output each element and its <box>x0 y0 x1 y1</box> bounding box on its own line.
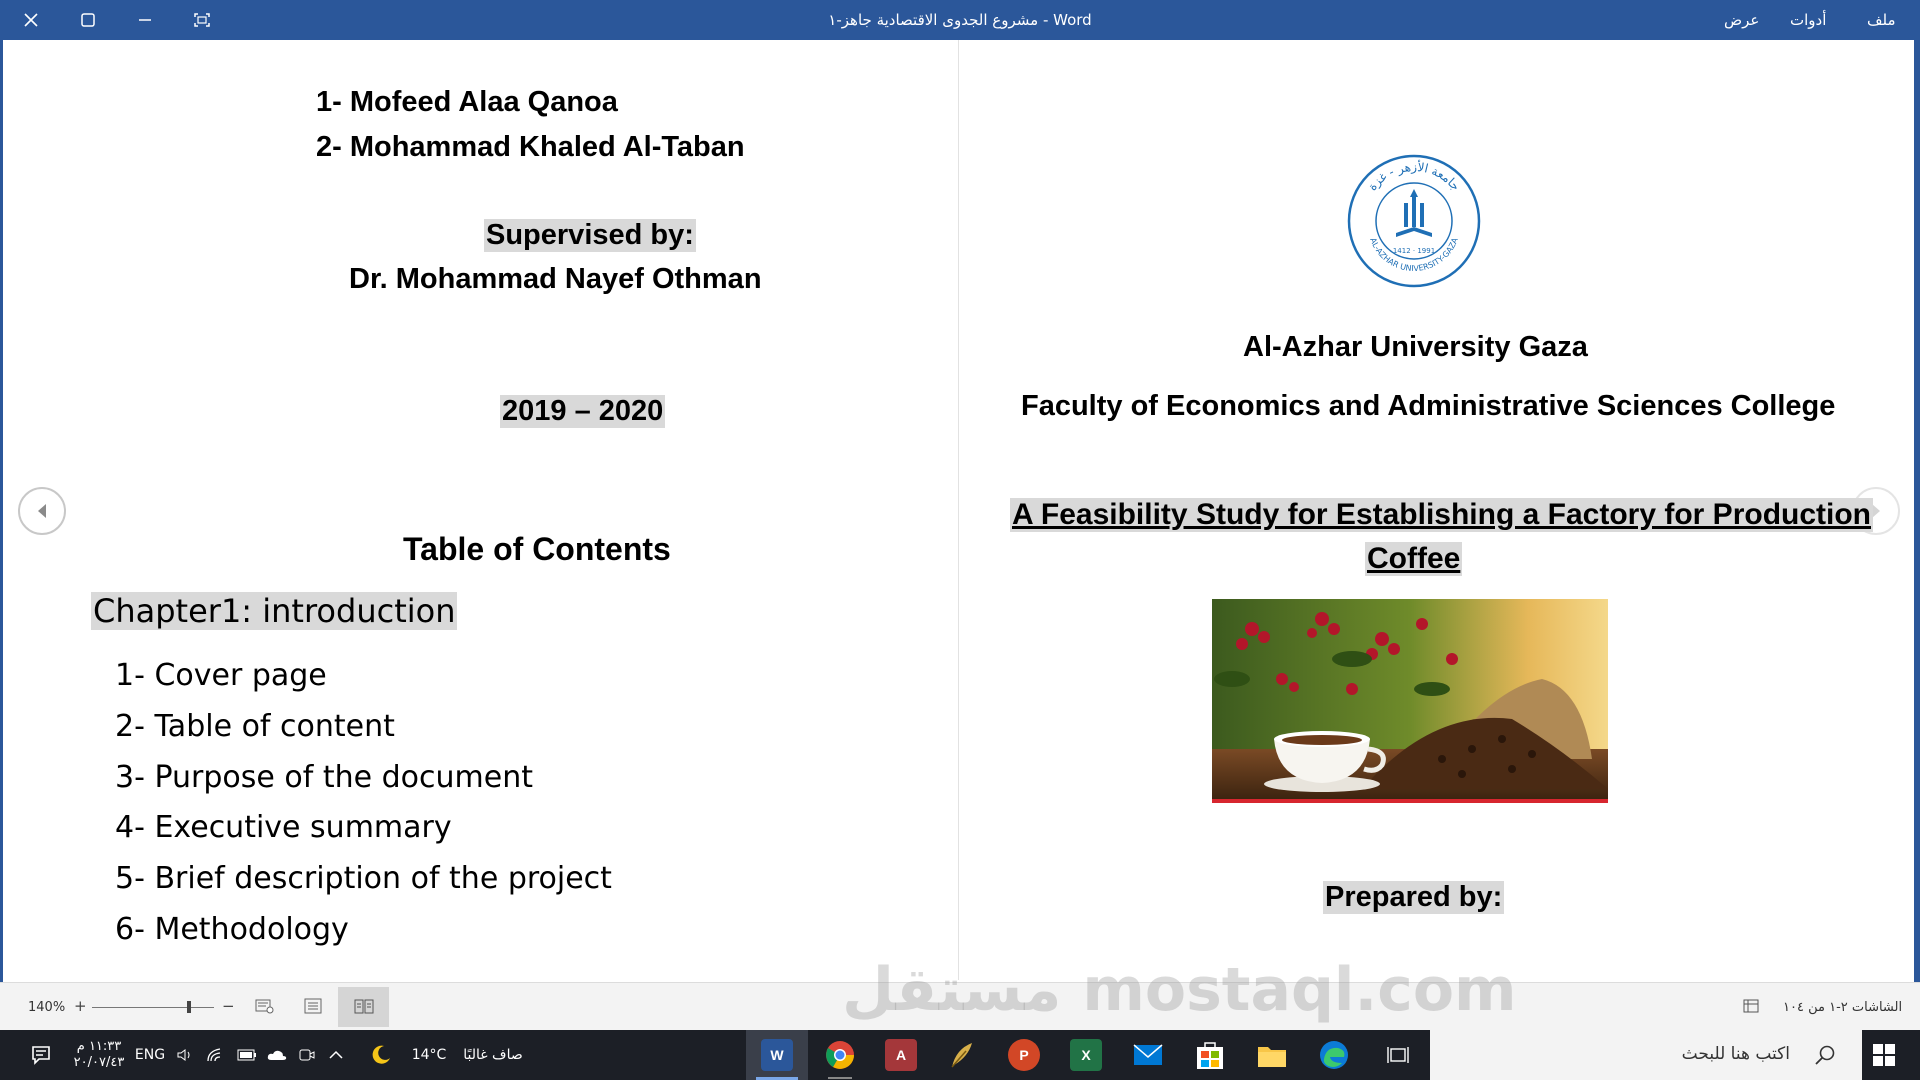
taskbar-word[interactable]: W <box>746 1030 808 1080</box>
coffee-image <box>1212 599 1608 803</box>
show-hidden-icons-button[interactable] <box>324 1030 348 1080</box>
onedrive-button[interactable] <box>264 1030 290 1080</box>
search-placeholder: اكتب هنا للبحث <box>1681 1044 1790 1064</box>
toc-item: 4- Executive summary <box>115 810 452 845</box>
language-indicator[interactable]: ENG <box>132 1030 168 1080</box>
window-border-left <box>0 40 3 982</box>
supervisor-name: Dr. Mohammad Nayef Othman <box>349 263 762 295</box>
prepared-label: Prepared by: <box>1323 881 1505 914</box>
wifi-icon <box>207 1048 221 1062</box>
taskbar: ١١:٣٣ م ٢٠/٠٧/٤٣ ENG 14°C صاف غالبًا W A… <box>0 1030 1920 1080</box>
taskbar-store[interactable] <box>1194 1039 1226 1071</box>
web-layout-icon <box>255 999 274 1014</box>
toc-item: 6- Methodology <box>115 912 349 947</box>
chevron-up-icon <box>329 1050 343 1059</box>
word-icon: W <box>761 1039 793 1071</box>
camera-icon <box>299 1049 315 1061</box>
screen-counter: الشاشات ٢-١ من ١٠٤ <box>1783 1000 1903 1015</box>
word-count-button[interactable] <box>1742 997 1760 1015</box>
cloud-icon <box>267 1050 287 1060</box>
clock[interactable]: ١١:٣٣ م ٢٠/٠٧/٤٣ <box>68 1030 130 1080</box>
access-icon[interactable]: A <box>885 1039 917 1071</box>
clock-time: ١١:٣٣ م <box>76 1039 122 1054</box>
window-border-right <box>1914 40 1920 982</box>
search-box[interactable]: اكتب هنا للبحث <box>1430 1030 1862 1080</box>
watermark: مستقل mostaql.com <box>842 955 1517 1025</box>
notifications-button[interactable] <box>14 1030 68 1080</box>
wifi-button[interactable] <box>202 1030 228 1080</box>
zoom-slider[interactable] <box>92 1007 214 1008</box>
notification-icon <box>32 1046 50 1065</box>
document-stats-icon <box>1743 999 1759 1013</box>
read-mode-button[interactable] <box>338 987 389 1027</box>
taskbar-edge[interactable] <box>1318 1039 1350 1071</box>
menu-file[interactable]: ملف <box>1867 0 1896 40</box>
academic-year: 2019 – 2020 <box>500 395 666 428</box>
folder-icon <box>1258 1047 1286 1067</box>
supervised-label: Supervised by: <box>484 219 696 252</box>
author-2: 2- Mohammad Khaled Al-Taban <box>316 131 745 163</box>
task-view-button[interactable] <box>1386 1045 1410 1065</box>
battery-icon <box>237 1049 256 1061</box>
weather-temperature[interactable]: 14°C <box>404 1030 454 1080</box>
toc-item: 2- Table of content <box>115 709 395 744</box>
toc-title: Table of Contents <box>403 531 671 567</box>
taskbar-file-explorer[interactable] <box>1256 1039 1288 1071</box>
logo-years: 1412 · 1991 <box>1393 247 1435 255</box>
weather-condition[interactable]: صاف غالبًا <box>452 1030 534 1080</box>
window-title: مشروع الجدوى الاقتصادية جاهز-١ - Word <box>828 11 1092 29</box>
university-logo: جامعة الأزهر - غزة AL-AZHAR UNIVERSITY-G… <box>1347 154 1481 288</box>
menu-tools[interactable]: أدوات <box>1790 0 1826 40</box>
menu-view[interactable]: عرض <box>1724 0 1759 40</box>
zoom-out-button[interactable]: − <box>222 997 235 1015</box>
zoom-level[interactable]: 140% <box>28 1000 65 1015</box>
zoom-in-button[interactable]: + <box>74 997 87 1015</box>
weather-icon-wrap[interactable] <box>366 1030 396 1080</box>
zoom-slider-thumb[interactable] <box>187 1001 191 1013</box>
university-name: Al-Azhar University Gaza <box>1243 331 1588 363</box>
feather-app-icon <box>951 1043 972 1068</box>
toc-item: 3- Purpose of the document <box>115 760 533 795</box>
study-title-line-1: A Feasibility Study for Establishing a F… <box>1010 498 1873 532</box>
chrome-icon <box>826 1041 854 1069</box>
previous-page-button[interactable] <box>18 487 66 535</box>
page-divider <box>958 40 959 980</box>
author-1: 1- Mofeed Alaa Qanoa <box>316 86 618 118</box>
taskbar-app-feather[interactable] <box>946 1039 978 1071</box>
battery-button[interactable] <box>234 1030 260 1080</box>
moon-icon <box>372 1045 390 1064</box>
store-icon <box>1197 1042 1223 1069</box>
print-layout-button[interactable] <box>303 997 323 1015</box>
study-title-line-2: Coffee <box>1365 542 1463 576</box>
volume-button[interactable] <box>172 1030 198 1080</box>
chapter-heading: Chapter1: introduction <box>91 592 458 630</box>
print-layout-icon <box>304 998 322 1014</box>
edge-icon <box>1320 1041 1348 1069</box>
read-mode-icon <box>354 999 374 1014</box>
toc-item: 1- Cover page <box>115 658 327 693</box>
search-icon <box>1815 1045 1835 1065</box>
chevron-left-icon <box>38 504 46 518</box>
title-bar: مشروع الجدوى الاقتصادية جاهز-١ - Word مل… <box>0 0 1920 40</box>
taskbar-mail[interactable] <box>1132 1039 1164 1071</box>
taskbar-chrome[interactable] <box>824 1039 856 1079</box>
windows-icon <box>1873 1044 1895 1066</box>
mail-icon <box>1133 1044 1163 1065</box>
clock-date: ٢٠/٠٧/٤٣ <box>73 1055 125 1070</box>
toc-item: 5- Brief description of the project <box>115 861 612 896</box>
task-view-icon <box>1387 1047 1409 1063</box>
powerpoint-icon[interactable]: P <box>1008 1039 1040 1071</box>
start-button[interactable] <box>1872 1043 1896 1067</box>
excel-icon[interactable]: X <box>1070 1039 1102 1071</box>
web-layout-button[interactable] <box>255 997 275 1015</box>
meet-now-button[interactable] <box>294 1030 320 1080</box>
speaker-icon <box>177 1049 190 1061</box>
faculty-name: Faculty of Economics and Administrative … <box>1021 390 1836 422</box>
running-indicator <box>828 1077 852 1079</box>
